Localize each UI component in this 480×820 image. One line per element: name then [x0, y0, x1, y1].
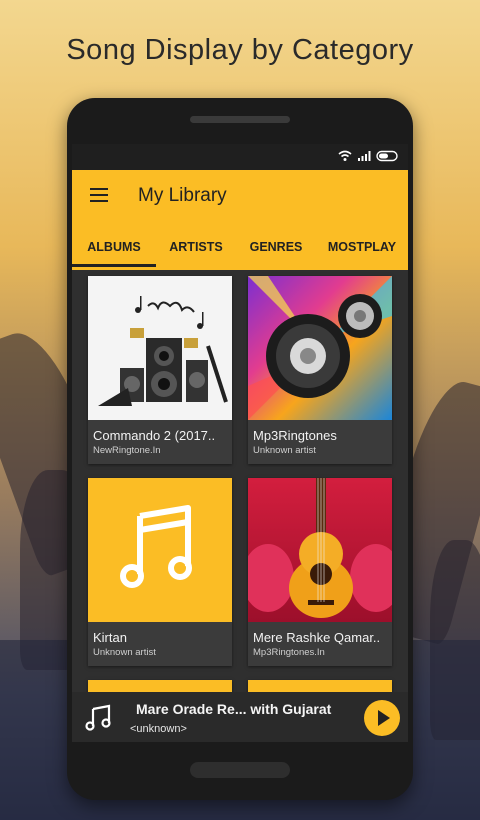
colorful-speaker-icon [248, 276, 392, 420]
album-artist: Unknown artist [253, 445, 316, 456]
battery-icon [376, 150, 398, 162]
album-card[interactable]: Commando 2 (2017.. NewRingtone.In [88, 276, 232, 464]
album-title: Mp3Ringtones [253, 428, 337, 443]
tab-albums[interactable]: ALBUMS [72, 236, 156, 267]
album-art-placeholder [88, 478, 232, 622]
album-art-speaker-burst [248, 276, 392, 420]
category-tabs: ALBUMS ARTISTS GENRES MOSTPLAY [72, 236, 408, 267]
tab-genres[interactable]: GENRES [236, 236, 316, 267]
album-artist: Unknown artist [93, 647, 156, 658]
phone-speaker [190, 116, 290, 123]
album-title: Kirtan [93, 630, 127, 645]
music-note-icon [85, 704, 111, 731]
mini-player[interactable]: Mare Orade Re... with Gujarat <unknown> [72, 692, 408, 742]
speakers-music-notes-icon [98, 296, 228, 406]
album-card[interactable]: Mere Rashke Qamar.. Mp3Ringtones.In [248, 478, 392, 666]
signal-icon [358, 151, 371, 161]
status-bar [72, 144, 408, 170]
phone-home-button [190, 762, 290, 778]
tab-artists[interactable]: ARTISTS [156, 236, 236, 267]
wifi-icon [338, 150, 352, 161]
promo-headline: Song Display by Category [66, 34, 414, 66]
album-title: Mere Rashke Qamar.. [253, 630, 381, 645]
page-title: My Library [138, 185, 227, 206]
album-artist: Mp3Ringtones.In [253, 647, 325, 658]
now-playing-artist: <unknown> [130, 723, 187, 735]
album-art-guitars [248, 478, 392, 622]
album-artist: NewRingtone.In [93, 445, 161, 456]
album-card[interactable]: Mp3Ringtones Unknown artist [248, 276, 392, 464]
phone-frame: My Library ALBUMS ARTISTS GENRES MOSTPLA… [67, 98, 413, 800]
now-playing-title: Mare Orade Re... with Gujarat [136, 701, 332, 717]
guitars-icon [248, 478, 392, 618]
play-button[interactable] [364, 700, 400, 736]
album-card[interactable]: Kirtan Unknown artist [88, 478, 232, 666]
app-toolbar: My Library ALBUMS ARTISTS GENRES MOSTPLA… [72, 170, 408, 270]
album-art-speakers [88, 276, 232, 420]
music-note-icon [120, 505, 192, 588]
tab-mostplay[interactable]: MOSTPLAY [316, 236, 408, 267]
album-title: Commando 2 (2017.. [93, 428, 216, 443]
hamburger-menu-icon[interactable] [90, 188, 108, 202]
app-screen: My Library ALBUMS ARTISTS GENRES MOSTPLA… [72, 144, 408, 742]
